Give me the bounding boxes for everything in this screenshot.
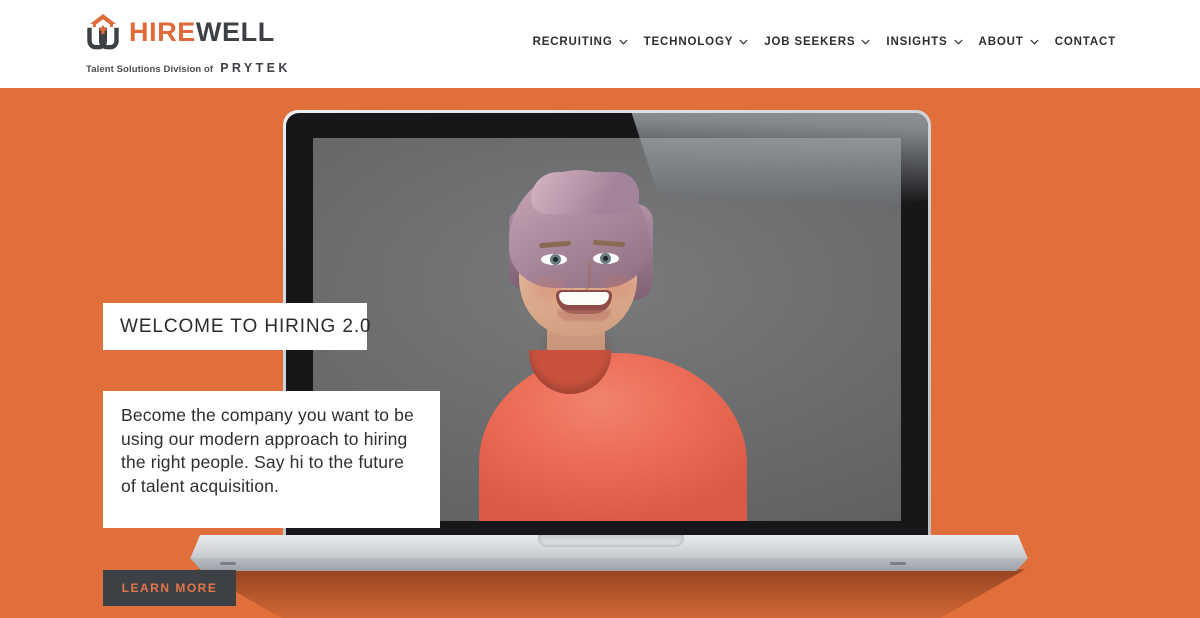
nav-label: ABOUT <box>978 36 1024 48</box>
laptop-foot-left <box>220 562 236 565</box>
chevron-down-icon <box>1030 39 1039 45</box>
hero-headline-box: WELCOME TO HIRING 2.0 <box>103 303 371 350</box>
nav-label: RECRUITING <box>532 36 613 48</box>
laptop-shadow <box>196 569 1026 618</box>
logo-word-well: WELL <box>195 16 275 47</box>
eye-right <box>593 253 619 264</box>
laptop-base-notch <box>538 535 684 547</box>
chevron-down-icon <box>861 39 871 45</box>
nav-label: CONTACT <box>1054 36 1116 48</box>
nav-label: JOB SEEKERS <box>764 36 856 48</box>
nav-label: INSIGHTS <box>886 36 948 48</box>
chevron-down-icon <box>739 39 748 45</box>
logo-tagline-prefix: Talent Solutions Division of <box>86 64 214 75</box>
eye-left <box>541 254 567 265</box>
chevron-down-icon <box>953 39 963 45</box>
hair-swoop <box>531 172 639 214</box>
logo-tagline: Talent Solutions Division of PRYTEK <box>86 61 287 75</box>
logo-row: HIREWELL <box>86 10 286 54</box>
logo-wordmark: HIREWELL <box>129 16 275 47</box>
hero-body-text: Become the company you want to be using … <box>121 405 414 496</box>
sweater <box>479 353 747 521</box>
nav-item-job-seekers[interactable]: JOB SEEKERS <box>756 36 878 48</box>
laptop-base <box>190 535 1028 571</box>
hero-section: WELCOME TO HIRING 2.0 Become the company… <box>0 88 1200 618</box>
laptop-foot-right <box>890 562 906 565</box>
nav-item-technology[interactable]: TECHNOLOGY <box>636 36 757 48</box>
logo-link[interactable]: HIREWELL Talent Solutions Division of PR… <box>86 10 287 80</box>
chevron-down-icon <box>618 39 628 45</box>
hero-body-box: Become the company you want to be using … <box>103 391 440 528</box>
nav-label: TECHNOLOGY <box>643 36 734 48</box>
logo-tagline-brand: PRYTEK <box>220 61 291 75</box>
learn-more-button[interactable]: LEARN MORE <box>103 570 236 606</box>
nav-item-about[interactable]: ABOUT <box>971 36 1047 48</box>
page-root: HIREWELL Talent Solutions Division of PR… <box>0 0 1200 618</box>
logo-word-hire: HIRE <box>129 16 196 47</box>
page-title: WELCOME TO HIRING 2.0 <box>120 315 372 337</box>
nav-item-contact[interactable]: CONTACT <box>1047 36 1116 48</box>
main-navigation: RECRUITING TECHNOLOGY JOB SEEKERS INSIGH… <box>525 36 1116 48</box>
house-arrow-w-monogram-icon <box>86 12 120 52</box>
nav-item-insights[interactable]: INSIGHTS <box>878 36 970 48</box>
lower-lip <box>557 310 611 321</box>
nav-item-recruiting[interactable]: RECRUITING <box>525 36 636 48</box>
site-header: HIREWELL Talent Solutions Division of PR… <box>0 0 1200 88</box>
